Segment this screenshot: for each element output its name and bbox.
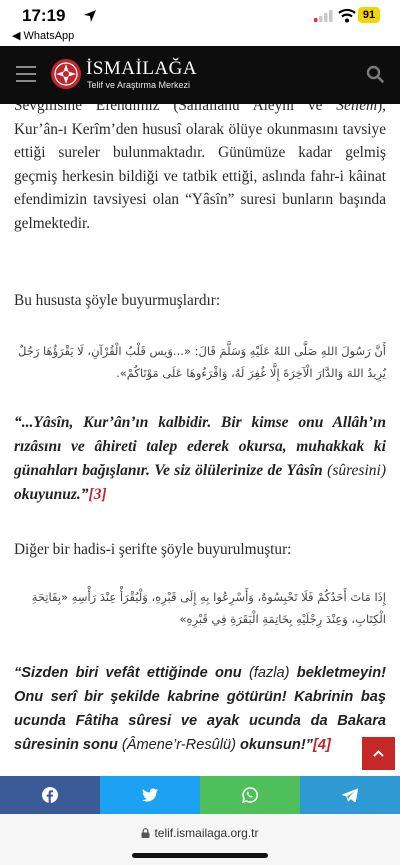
quote2-end: okunsun!” — [235, 737, 313, 753]
honorific-italic: Sellem — [336, 104, 378, 114]
quote1-end: okuyunuz.” — [14, 486, 89, 503]
clipped-line: Sevgilisine Efendimiz (Sallallâhu Aleyhi… — [14, 104, 323, 114]
facebook-icon — [42, 787, 58, 803]
article-body: Sevgilisine Efendimiz (Sallallâhu Aleyhi… — [14, 104, 386, 770]
quote2-parenthetical-1: (fazla) — [248, 665, 290, 681]
paragraph-intro-text: ), Kur’ân-ı Kerîm’den hususî olarak ölüy… — [14, 104, 386, 232]
paragraph-lead-in: Bu hususta şöyle buyurmuşlardır: — [14, 292, 221, 309]
brand-subtitle: Telif ve Araştırma Merkezi — [87, 80, 191, 90]
footnote-link-3[interactable]: [3] — [89, 486, 107, 503]
url-field[interactable]: telif.ismailaga.org.tr — [0, 826, 400, 840]
share-telegram-button[interactable] — [300, 776, 400, 814]
browser-address-bar: telif.ismailaga.org.tr — [0, 814, 400, 865]
share-twitter-button[interactable] — [100, 776, 200, 814]
telegram-icon — [342, 788, 358, 802]
wifi-icon — [338, 8, 356, 23]
location-arrow-icon — [84, 10, 96, 22]
brand-name[interactable]: İSMAİLAĞA — [86, 59, 197, 78]
url-text: telif.ismailaga.org.tr — [154, 826, 259, 840]
cellular-signal-icon — [314, 10, 333, 22]
back-to-app-link[interactable]: ◀ WhatsApp — [12, 29, 74, 42]
quote2-parenthetical-2: (Âmene’r-Resûlü) — [121, 737, 236, 753]
home-indicator[interactable] — [132, 853, 268, 858]
hadith-translation-1: “...Yâsîn, Kur’ân’ın kalbidir. Bir kimse… — [14, 411, 386, 507]
whatsapp-icon — [242, 787, 258, 803]
search-icon[interactable] — [366, 65, 384, 83]
lock-icon — [141, 828, 150, 838]
status-bar: 17:19 ◀ WhatsApp 91 — [0, 0, 400, 46]
share-bar — [0, 776, 400, 814]
chevron-up-icon — [373, 750, 384, 757]
logo-emblem-icon[interactable] — [50, 58, 82, 90]
scroll-to-top-button[interactable] — [362, 737, 395, 770]
clock: 17:19 — [22, 6, 66, 25]
hadith-translation-2: “Sizden biri vefât ettiğinde onu (fazla)… — [14, 661, 386, 757]
arabic-hadith-1: أَنَّ رَسُولَ اللهِ صَلَّى اللهُ عَلَيْه… — [18, 344, 386, 380]
share-whatsapp-button[interactable] — [200, 776, 300, 814]
arabic-hadith-2: إِذَا مَاتَ أَحَدُكُمْ فَلَا تَحْبِسُوهُ… — [31, 590, 386, 626]
share-facebook-button[interactable] — [0, 776, 100, 814]
battery-indicator: 91 — [358, 7, 380, 23]
quote2-text: “Sizden biri vefât ettiğinde onu — [14, 665, 249, 681]
paragraph-intro: Sevgilisine Efendimiz (Sallallâhu Aleyhi… — [14, 104, 386, 236]
footnote-link-4[interactable]: [4] — [313, 737, 331, 753]
site-header: İSMAİLAĞA Telif ve Araştırma Merkezi — [0, 46, 400, 104]
hamburger-icon[interactable] — [16, 66, 36, 82]
quote1-parenthetical: (sûresini) — [327, 462, 386, 479]
paragraph-second-hadith: Diğer bir hadis-i şerifte şöyle buyurulm… — [14, 541, 292, 558]
twitter-icon — [142, 788, 158, 802]
